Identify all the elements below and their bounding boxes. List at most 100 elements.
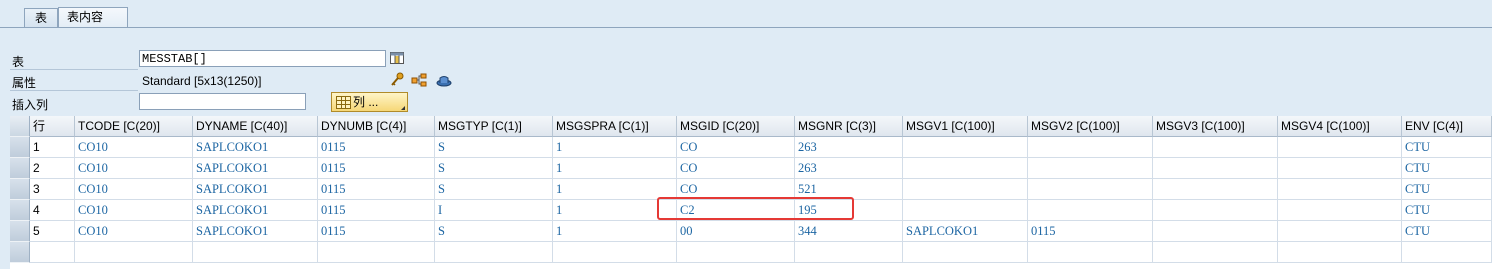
insert-column-field[interactable] [139,93,306,110]
column-header[interactable]: DYNUMB [C(4)] [318,116,435,137]
table-cell[interactable]: CTU [1402,221,1492,242]
column-header[interactable]: MSGV1 [C(100)] [903,116,1028,137]
row-selector[interactable] [10,221,30,242]
table-cell[interactable] [435,242,553,263]
table-cell[interactable]: CO [677,137,795,158]
row-number-cell[interactable]: 3 [30,179,75,200]
table-name-field[interactable]: MESSTAB[] [139,50,386,67]
table-cell[interactable]: 1 [553,158,677,179]
column-header[interactable]: MSGID [C(20)] [677,116,795,137]
table-cell[interactable]: CTU [1402,200,1492,221]
column-header[interactable]: MSGV3 [C(100)] [1153,116,1278,137]
tab-table-contents[interactable]: 表内容 [58,7,128,28]
table-cell[interactable]: S [435,179,553,200]
key-edit-icon[interactable] [389,72,405,88]
table-cell[interactable] [1278,200,1402,221]
table-cell[interactable]: SAPLCOKO1 [193,221,318,242]
table-cell[interactable]: 0115 [1028,221,1153,242]
row-selector[interactable] [10,179,30,200]
table-cell[interactable]: CTU [1402,158,1492,179]
table-cell[interactable] [1028,137,1153,158]
table-cell[interactable] [903,137,1028,158]
table-cell[interactable] [1153,158,1278,179]
table-cell[interactable] [903,179,1028,200]
table-cell[interactable]: 344 [795,221,903,242]
row-number-cell[interactable] [30,242,75,263]
table-cell[interactable] [1028,158,1153,179]
table-cell[interactable] [1278,137,1402,158]
table-cell[interactable]: CTU [1402,179,1492,200]
row-number-cell[interactable]: 1 [30,137,75,158]
table-cell[interactable]: 0115 [318,137,435,158]
table-cell[interactable] [1153,221,1278,242]
table-cell[interactable]: SAPLCOKO1 [193,200,318,221]
table-cell[interactable]: CO10 [75,158,193,179]
table-cell[interactable] [903,242,1028,263]
table-cell[interactable] [1153,200,1278,221]
structure-icon[interactable] [411,72,427,88]
row-number-cell[interactable]: 5 [30,221,75,242]
table-cell[interactable] [903,158,1028,179]
column-header[interactable]: 行 [30,116,75,137]
table-cell[interactable] [1278,179,1402,200]
table-cell[interactable]: CO10 [75,221,193,242]
table-cell[interactable] [75,242,193,263]
table-cell[interactable]: 263 [795,158,903,179]
row-number-cell[interactable]: 2 [30,158,75,179]
row-selector[interactable] [10,242,30,263]
table-cell[interactable] [193,242,318,263]
table-cell[interactable] [1028,242,1153,263]
table-cell[interactable]: 263 [795,137,903,158]
row-selector[interactable] [10,158,30,179]
table-cell[interactable]: S [435,158,553,179]
table-cell[interactable] [1153,179,1278,200]
table-cell[interactable]: SAPLCOKO1 [193,179,318,200]
tab-table[interactable]: 表 [24,8,58,28]
table-cell[interactable] [1028,200,1153,221]
column-header[interactable]: MSGTYP [C(1)] [435,116,553,137]
column-header[interactable]: ENV [C(4)] [1402,116,1492,137]
table-cell[interactable] [795,242,903,263]
column-header[interactable]: TCODE [C(20)] [75,116,193,137]
table-cell[interactable] [1278,158,1402,179]
table-view-icon[interactable] [389,50,405,66]
table-cell[interactable]: S [435,221,553,242]
columns-button[interactable]: 列 ... [331,92,408,112]
table-cell[interactable]: 0115 [318,200,435,221]
table-cell[interactable] [553,242,677,263]
table-cell[interactable]: I [435,200,553,221]
select-all-cell[interactable] [10,116,30,137]
row-number-cell[interactable]: 4 [30,200,75,221]
table-cell[interactable] [1153,242,1278,263]
table-cell[interactable] [1278,221,1402,242]
table-cell[interactable] [903,200,1028,221]
table-cell[interactable]: CO10 [75,179,193,200]
row-selector[interactable] [10,137,30,158]
column-header[interactable]: MSGNR [C(3)] [795,116,903,137]
table-cell[interactable]: 1 [553,137,677,158]
table-cell[interactable]: 00 [677,221,795,242]
column-header[interactable]: MSGV2 [C(100)] [1028,116,1153,137]
table-cell[interactable] [1402,242,1492,263]
table-cell[interactable]: CO [677,158,795,179]
hat-icon[interactable] [436,72,452,88]
table-cell[interactable]: SAPLCOKO1 [903,221,1028,242]
table-cell[interactable] [1028,179,1153,200]
column-header[interactable]: DYNAME [C(40)] [193,116,318,137]
table-cell[interactable]: 1 [553,221,677,242]
column-header[interactable]: MSGSPRA [C(1)] [553,116,677,137]
table-cell[interactable] [677,242,795,263]
table-cell[interactable]: CO10 [75,137,193,158]
table-cell[interactable] [318,242,435,263]
table-cell[interactable]: 0115 [318,179,435,200]
table-cell[interactable]: CTU [1402,137,1492,158]
row-selector[interactable] [10,200,30,221]
table-cell[interactable]: S [435,137,553,158]
column-header[interactable]: MSGV4 [C(100)] [1278,116,1402,137]
table-cell[interactable]: CO10 [75,200,193,221]
table-cell[interactable]: 0115 [318,221,435,242]
table-cell[interactable] [1278,242,1402,263]
table-cell[interactable]: SAPLCOKO1 [193,137,318,158]
table-cell[interactable]: 0115 [318,158,435,179]
table-cell[interactable]: SAPLCOKO1 [193,158,318,179]
